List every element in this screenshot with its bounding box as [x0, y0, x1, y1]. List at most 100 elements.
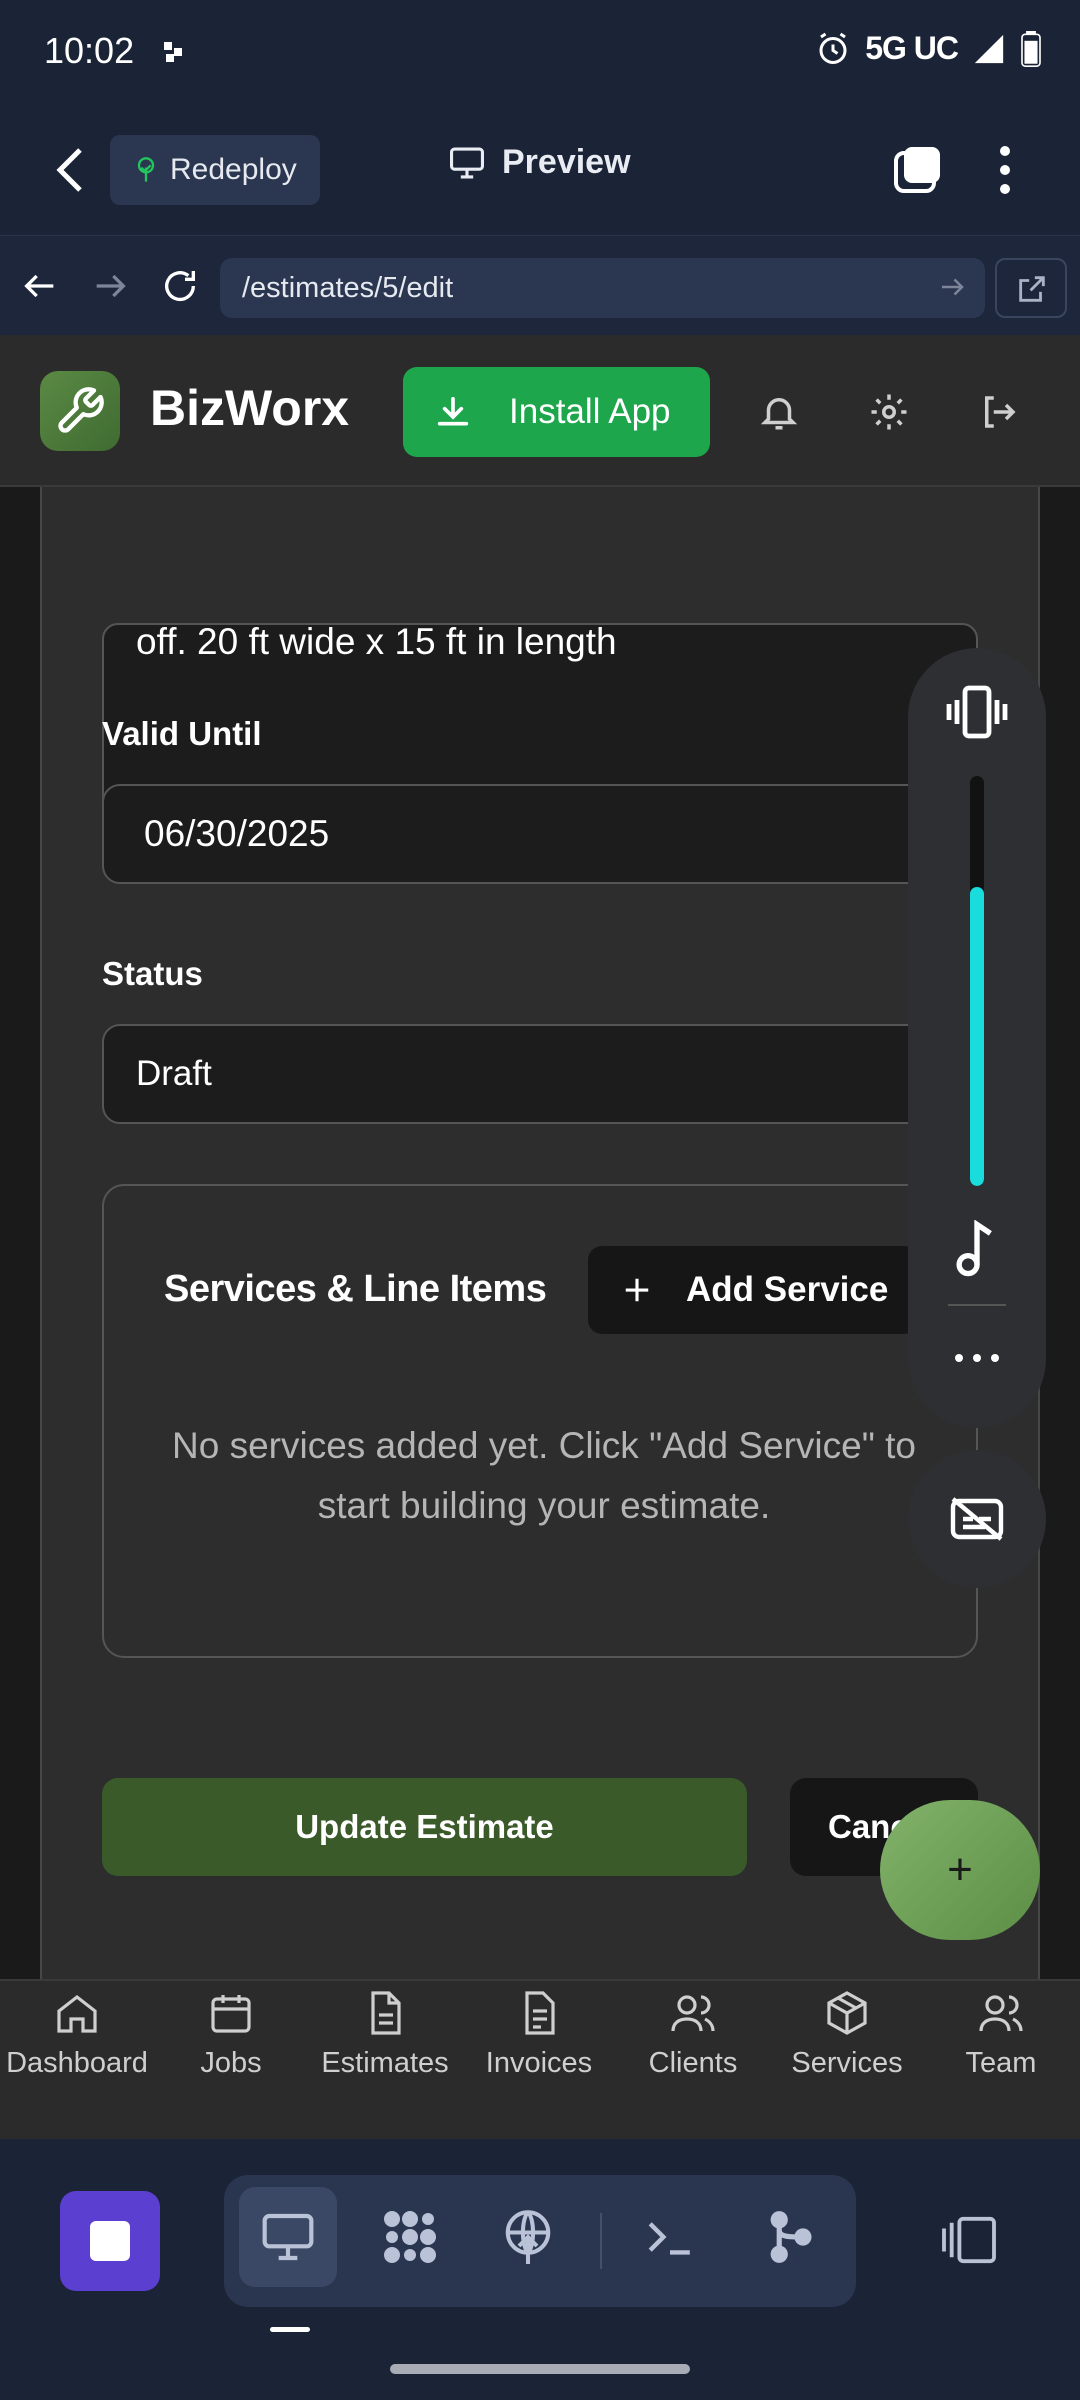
fab-plus: + — [947, 1845, 973, 1894]
receipt-icon — [525, 1991, 555, 2035]
dock-tools — [224, 2175, 856, 2307]
app-header: BizWorx Install App — [0, 335, 1080, 487]
more-vertical-icon[interactable] — [990, 145, 1020, 195]
dock-active-indicator — [270, 2327, 310, 2332]
floating-add-button[interactable]: + — [880, 1800, 1040, 1940]
dock-preview-button[interactable] — [239, 2187, 337, 2287]
open-external-button[interactable] — [995, 258, 1067, 318]
plus-icon — [625, 1278, 649, 1302]
calendar-icon — [211, 1995, 251, 2033]
services-title: Services & Line Items — [164, 1268, 547, 1310]
valid-until-label: Valid Until — [102, 715, 262, 752]
stop-button[interactable] — [60, 2191, 160, 2291]
nav-label: Team — [965, 2047, 1037, 2079]
monitor-icon — [450, 147, 484, 178]
description-text: off. 20 ft wide x 15 ft in length — [136, 621, 617, 662]
terminal-icon — [648, 2222, 690, 2255]
add-service-button[interactable]: Add Service — [588, 1246, 918, 1334]
back-arrow-icon[interactable] — [50, 145, 90, 195]
bottom-navigation: Dashboard Jobs Estimates Invoices Client… — [0, 1979, 1080, 2139]
wrench-icon — [58, 387, 104, 433]
battery-icon — [1021, 30, 1041, 67]
dock-workflows-button[interactable] — [359, 2187, 457, 2287]
gesture-bar[interactable] — [390, 2364, 690, 2374]
services-section: Services & Line Items Add Service No ser… — [102, 1184, 978, 1658]
nav-label: Services — [791, 2047, 903, 2079]
brand-name: BizWorx — [150, 380, 350, 436]
nav-label: Clients — [648, 2047, 738, 2079]
users-icon — [671, 1995, 715, 2032]
browser-toolbar: /estimates/5/edit — [0, 235, 1080, 335]
music-note-icon[interactable] — [954, 1220, 1000, 1278]
status-bar: 10:02 5G UC — [0, 0, 1080, 105]
volume-level-fill — [970, 886, 984, 1186]
vibrate-icon[interactable] — [945, 682, 1009, 742]
url-input[interactable]: /estimates/5/edit — [220, 258, 985, 318]
network-type: 5G UC — [865, 30, 959, 66]
browser-forward-icon[interactable] — [90, 266, 130, 306]
tabs-switcher-icon[interactable] — [892, 145, 942, 195]
volume-panel — [908, 648, 1046, 1428]
update-estimate-button[interactable]: Update Estimate — [102, 1778, 747, 1876]
url-text: /estimates/5/edit — [242, 271, 454, 304]
logout-icon[interactable] — [978, 391, 1020, 433]
install-app-label: Install App — [509, 392, 671, 431]
box-icon — [827, 1991, 867, 2035]
team-icon — [979, 1995, 1023, 2032]
valid-until-input[interactable]: 06/30/2025 — [102, 784, 978, 884]
preview-tab[interactable]: Preview — [448, 143, 631, 182]
preview-header: Redeploy Preview — [0, 105, 1080, 235]
nav-label: Jobs — [200, 2047, 262, 2079]
gear-icon[interactable] — [868, 391, 910, 433]
redeploy-button[interactable]: Redeploy — [110, 135, 320, 205]
nav-clients[interactable]: Clients — [616, 1981, 770, 2139]
bell-icon[interactable] — [758, 391, 800, 433]
dock-deploy-button[interactable] — [479, 2187, 577, 2287]
dock-git-button[interactable] — [741, 2187, 839, 2287]
git-branch-icon — [770, 2211, 812, 2263]
captions-off-icon — [950, 1497, 1004, 1541]
install-app-button[interactable]: Install App — [403, 367, 710, 457]
split-view-icon[interactable] — [940, 2215, 998, 2265]
nav-label: Dashboard — [6, 2047, 148, 2079]
browser-back-icon[interactable] — [20, 266, 60, 306]
external-link-icon — [1019, 276, 1045, 302]
redeploy-label: Redeploy — [170, 153, 297, 186]
home-icon — [57, 1994, 97, 2033]
nav-dashboard[interactable]: Dashboard — [0, 1981, 154, 2139]
nav-services[interactable]: Services — [770, 1981, 924, 2139]
deploy-tree-icon — [137, 157, 155, 182]
document-icon — [371, 1991, 401, 2035]
go-arrow-icon[interactable] — [937, 272, 967, 302]
update-estimate-label: Update Estimate — [295, 1808, 554, 1845]
alarm-icon — [819, 32, 847, 64]
volume-slider[interactable] — [970, 776, 984, 1186]
more-horizontal-icon[interactable] — [953, 1352, 1001, 1364]
status-label: Status — [102, 955, 203, 992]
volume-divider — [948, 1304, 1006, 1306]
preview-label: Preview — [502, 143, 631, 181]
brand-logo[interactable] — [40, 371, 120, 451]
status-time: 10:02 — [44, 30, 135, 71]
download-icon — [437, 396, 469, 426]
valid-until-value: 06/30/2025 — [144, 813, 330, 854]
dock-shell-button[interactable] — [621, 2187, 719, 2287]
app-notification-icon — [164, 42, 182, 62]
status-select[interactable]: Draft — [102, 1024, 978, 1124]
nav-label: Estimates — [321, 2047, 449, 2079]
live-caption-button[interactable] — [908, 1450, 1046, 1588]
status-value: Draft — [136, 1054, 212, 1093]
nav-estimates[interactable]: Estimates — [308, 1981, 462, 2139]
reload-icon[interactable] — [160, 266, 200, 306]
services-empty-message: No services added yet. Click "Add Servic… — [172, 1425, 916, 1526]
nav-label: Invoices — [485, 2047, 593, 2079]
nav-jobs[interactable]: Jobs — [154, 1981, 308, 2139]
signal-icon — [974, 34, 1004, 63]
grid-cluster-icon — [384, 2211, 436, 2263]
nav-invoices[interactable]: Invoices — [462, 1981, 616, 2139]
add-service-label: Add Service — [686, 1270, 889, 1309]
desktop-dock — [0, 2139, 1080, 2400]
nav-team[interactable]: Team — [924, 1981, 1078, 2139]
globe-upload-icon — [505, 2210, 551, 2264]
dock-divider — [600, 2213, 602, 2269]
